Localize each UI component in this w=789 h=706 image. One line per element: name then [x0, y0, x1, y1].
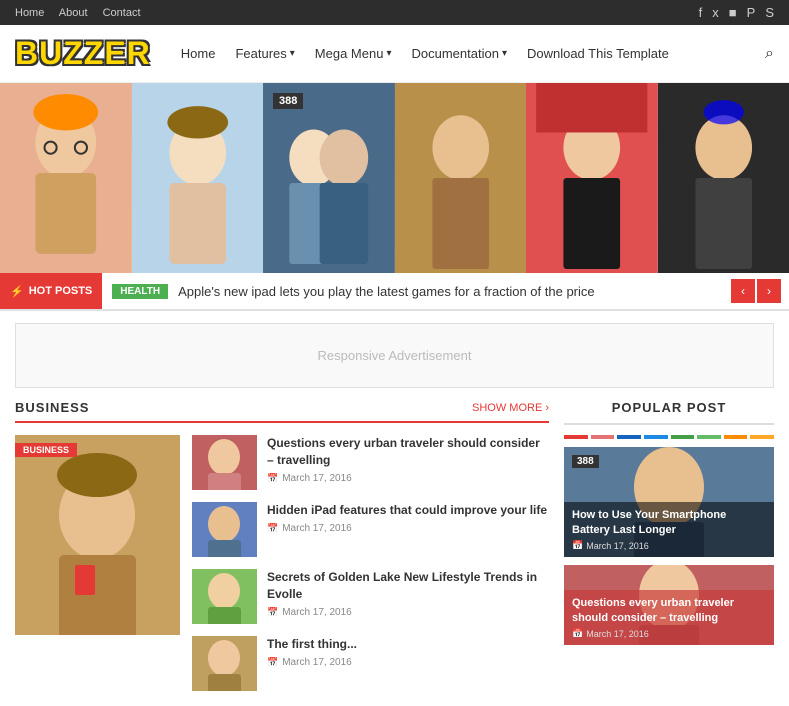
social-icons: f x ■ P S [699, 5, 774, 20]
bolt-icon: ⚡ [10, 285, 24, 298]
popular-post-second[interactable]: Questions every urban traveler should co… [564, 565, 774, 645]
featured-badge: BUSINESS [15, 443, 77, 457]
logo-text: BUZZER [15, 35, 151, 71]
content-area: BUSINESS SHOW MORE › BUSINESS [0, 400, 789, 706]
hero-slide-2[interactable] [132, 83, 264, 273]
hot-posts-label: ⚡ HOT POSTS [0, 273, 102, 309]
hero-slide-1[interactable] [0, 83, 132, 273]
featured-article[interactable]: BUSINESS [15, 435, 180, 691]
instagram-icon[interactable]: ■ [729, 5, 737, 20]
facebook-icon[interactable]: f [699, 5, 703, 20]
ticker-next[interactable]: › [757, 279, 781, 303]
popular-post-overlay-2: Questions every urban traveler should co… [564, 590, 774, 645]
main-nav: Home Features Mega Menu Documentation Do… [181, 46, 765, 61]
article-item: Hidden iPad features that could improve … [192, 502, 549, 557]
hero-slider: 388 [0, 83, 789, 273]
article-date-2: March 17, 2016 [267, 523, 549, 534]
logo[interactable]: BUZZER [15, 35, 151, 72]
popular-post-title-1: How to Use Your Smartphone Battery Last … [572, 508, 766, 537]
hero-slide-4[interactable] [395, 83, 527, 273]
badge-388-sidebar: 388 [572, 455, 599, 468]
sidebar-dots [564, 435, 774, 439]
nav-contact-top[interactable]: Contact [103, 7, 141, 19]
popular-post-overlay: How to Use Your Smartphone Battery Last … [564, 502, 774, 557]
article-item: Questions every urban traveler should co… [192, 435, 549, 490]
nav-mega-menu[interactable]: Mega Menu [315, 46, 392, 61]
article-date-1: March 17, 2016 [267, 473, 549, 484]
dot-3 [617, 435, 641, 439]
business-section-header: BUSINESS SHOW MORE › [15, 400, 549, 423]
search-icon[interactable]: ⌕ [765, 45, 774, 63]
main-content: BUSINESS SHOW MORE › BUSINESS [15, 400, 549, 691]
dot-6 [697, 435, 721, 439]
article-info-1: Questions every urban traveler should co… [267, 435, 549, 484]
ad-banner-text: Responsive Advertisement [318, 348, 472, 363]
nav-download[interactable]: Download This Template [527, 46, 669, 61]
article-title-4[interactable]: The first thing... [267, 636, 549, 653]
sidebar-section-header: POPULAR POST [564, 400, 774, 425]
dot-5 [671, 435, 695, 439]
article-list: Questions every urban traveler should co… [192, 435, 549, 691]
nav-home[interactable]: Home [181, 46, 216, 61]
hero-slide-6[interactable] [658, 83, 789, 273]
dot-2 [591, 435, 615, 439]
article-thumb-3 [192, 569, 257, 624]
top-bar: Home About Contact f x ■ P S [0, 0, 789, 25]
article-thumb-4 [192, 636, 257, 691]
header: BUZZER Home Features Mega Menu Documenta… [0, 25, 789, 83]
ticker-nav: ‹ › [731, 279, 781, 303]
dot-1 [564, 435, 588, 439]
hero-slide-3[interactable]: 388 [263, 83, 395, 273]
featured-image: BUSINESS [15, 435, 180, 635]
skype-icon[interactable]: S [765, 5, 774, 20]
article-item: The first thing... March 17, 2016 [192, 636, 549, 691]
article-info-2: Hidden iPad features that could improve … [267, 502, 549, 534]
nav-features[interactable]: Features [235, 46, 294, 61]
dot-4 [644, 435, 668, 439]
business-layout: BUSINESS Questions every urban traveler … [15, 435, 549, 691]
popular-post-date-1: March 17, 2016 [572, 540, 766, 551]
ticker-text: Apple's new ipad lets you play the lates… [178, 284, 731, 299]
hero-slide-5[interactable] [526, 83, 658, 273]
ticker-prev[interactable]: ‹ [731, 279, 755, 303]
popular-post-date-2: March 17, 2016 [572, 628, 766, 639]
twitter-icon[interactable]: x [712, 5, 719, 20]
nav-home-top[interactable]: Home [15, 7, 44, 19]
sidebar: POPULAR POST 388 How to Use Your Smartph… [564, 400, 774, 691]
sidebar-title: POPULAR POST [612, 400, 727, 415]
article-info-3: Secrets of Golden Lake New Lifestyle Tre… [267, 569, 549, 618]
top-bar-links: Home About Contact [15, 7, 153, 19]
article-title-2[interactable]: Hidden iPad features that could improve … [267, 502, 549, 519]
article-title-1[interactable]: Questions every urban traveler should co… [267, 435, 549, 469]
dot-7 [724, 435, 748, 439]
hot-posts-text: HOT POSTS [29, 285, 93, 297]
nav-about-top[interactable]: About [59, 7, 88, 19]
health-badge[interactable]: HEALTH [112, 284, 168, 299]
ad-banner: Responsive Advertisement [15, 323, 774, 388]
article-thumb-2 [192, 502, 257, 557]
popular-post-title-2: Questions every urban traveler should co… [572, 596, 766, 625]
nav-documentation[interactable]: Documentation [411, 46, 506, 61]
badge-388: 388 [273, 93, 303, 109]
article-thumb-1 [192, 435, 257, 490]
pinterest-icon[interactable]: P [747, 5, 756, 20]
article-info-4: The first thing... March 17, 2016 [267, 636, 549, 668]
article-date-4: March 17, 2016 [267, 657, 549, 668]
ticker-bar: ⚡ HOT POSTS HEALTH Apple's new ipad lets… [0, 273, 789, 311]
article-title-3[interactable]: Secrets of Golden Lake New Lifestyle Tre… [267, 569, 549, 603]
dot-8 [750, 435, 774, 439]
article-date-3: March 17, 2016 [267, 607, 549, 618]
article-item: Secrets of Golden Lake New Lifestyle Tre… [192, 569, 549, 624]
section-title: BUSINESS [15, 400, 89, 415]
show-more-link[interactable]: SHOW MORE › [472, 402, 549, 414]
